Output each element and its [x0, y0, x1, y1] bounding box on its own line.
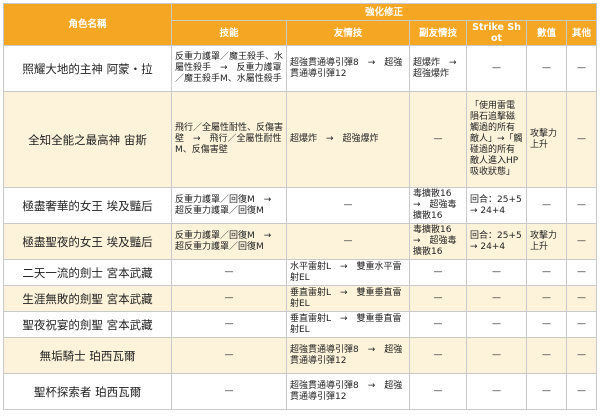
table-row: 極盡奢華的女王 埃及豔后 反重力護罩／回復M → 超反重力護罩／回復M — 毒擴… — [3, 187, 598, 224]
table-row: 聖杯探索者 珀西瓦爾 — 超強貫通導引彈8 → 超強貫通導引彈12 — — — … — [3, 373, 598, 410]
strike-shot-cell: 回合：25+5 → 24+4 — [466, 223, 531, 260]
stats-cell: 攻擊力上升 — [526, 91, 567, 188]
strike-shot-cell: — — [466, 259, 527, 286]
strike-shot-cell: — — [466, 311, 527, 338]
sub-friendship-cell: 毒擴散16 → 超強毒擴散16 — [409, 187, 467, 224]
character-buff-table: 角色名稱 強化修正 技能 友情技 副友情技 Strike Shot 數值 其他 … — [3, 3, 598, 410]
other-cell: — — [565, 91, 598, 188]
character-table-container: 角色名稱 強化修正 技能 友情技 副友情技 Strike Shot 數值 其他 … — [3, 3, 598, 417]
friendship-cell: 垂直雷射L → 雙重垂直雷射EL — [286, 311, 410, 338]
other-cell: — — [565, 285, 598, 312]
stats-cell: — — [526, 337, 567, 374]
sub-friendship-cell: — — [409, 373, 467, 410]
friendship-cell: 垂直雷射L → 雙重垂直雷射EL — [286, 285, 410, 312]
skill-cell: 反重力護罩／魔王殺手、水屬性殺手 → 反重力護罩／魔王殺手M、水屬性殺手 — [171, 45, 287, 92]
friendship-cell: 超強貫通導引彈8 → 超強貫通導引彈12 — [286, 337, 410, 374]
table-row: 極盡聖夜的女王 埃及豔后 反重力護罩／回復M → 超反重力護罩／回復M — 毒擴… — [3, 223, 598, 260]
friendship-cell: 超強貫通導引彈8 → 超強貫通導引彈12 — [286, 45, 410, 92]
header-character-name: 角色名稱 — [3, 3, 172, 46]
table-row: 二天一流的劍士 宮本武藏 — 水平雷射L → 雙重水平雷射EL — — — — — [3, 259, 598, 286]
sub-friendship-cell: — — [409, 259, 467, 286]
strike-shot-cell: — — [466, 45, 527, 92]
other-cell: — — [565, 259, 598, 286]
friendship-cell: — — [286, 187, 410, 224]
skill-cell: — — [171, 311, 287, 338]
stats-cell: — — [526, 285, 567, 312]
sub-friendship-cell: — — [409, 285, 467, 312]
skill-cell: 反重力護罩／回復M → 超反重力護罩／回復M — [171, 187, 287, 224]
strike-shot-cell: 回合：25+5 → 24+4 — [466, 187, 531, 224]
friendship-cell: 超強貫通導引彈8 → 超強貫通導引彈12 — [286, 373, 410, 410]
header-friendship: 友情技 — [286, 20, 410, 46]
stats-cell: — — [526, 187, 567, 224]
header-strike-shot: Strike Shot — [466, 20, 527, 46]
header-enhancement-group: 強化修正 — [170, 3, 598, 21]
character-name: 聖杯探索者 珀西瓦爾 — [3, 373, 172, 410]
sub-friendship-cell: — — [409, 337, 467, 374]
friendship-cell: — — [286, 223, 410, 260]
stats-cell: — — [526, 45, 567, 92]
header-sub-friendship: 副友情技 — [409, 20, 467, 46]
sub-friendship-cell: — — [409, 91, 467, 188]
stats-cell: — — [526, 311, 567, 338]
header-other: 其他 — [565, 20, 598, 46]
skill-cell: 飛行／全屬性耐性、反傷害壁 → 飛行／全屬性耐性M、反傷害壁 — [171, 91, 287, 188]
other-cell: — — [565, 337, 598, 374]
table-row: 照耀大地的主神 阿蒙・拉 反重力護罩／魔王殺手、水屬性殺手 → 反重力護罩／魔王… — [3, 45, 598, 92]
character-name: 全知全能之最高神 宙斯 — [3, 91, 172, 188]
stats-cell: 攻擊力上升 — [526, 223, 567, 260]
character-name: 極盡聖夜的女王 埃及豔后 — [3, 223, 172, 260]
character-name: 照耀大地的主神 阿蒙・拉 — [3, 45, 172, 92]
friendship-cell: 水平雷射L → 雙重水平雷射EL — [286, 259, 410, 286]
stats-cell: — — [526, 373, 567, 410]
strike-shot-cell: — — [466, 337, 527, 374]
skill-cell: — — [171, 373, 287, 410]
character-name: 二天一流的劍士 宮本武藏 — [3, 259, 172, 286]
sub-friendship-cell: 毒擴散16 → 超強毒擴散16 — [409, 223, 467, 260]
friendship-cell: 超爆炸 → 超強爆炸 — [286, 91, 410, 188]
strike-shot-cell: — — [466, 285, 527, 312]
other-cell: — — [565, 187, 598, 224]
stats-cell: — — [526, 259, 567, 286]
skill-cell: 反重力護罩／回復M → 超反重力護罩／回復M — [171, 223, 287, 260]
other-cell: — — [565, 311, 598, 338]
table-row: 生涯無敗的劍聖 宮本武藏 — 垂直雷射L → 雙重垂直雷射EL — — — — — [3, 285, 598, 312]
table-row: 聖夜祝宴的劍聖 宮本武藏 — 垂直雷射L → 雙重垂直雷射EL — — — — — [3, 311, 598, 338]
sub-friendship-cell: 超爆炸 → 超強爆炸 — [409, 45, 467, 92]
other-cell: — — [565, 45, 598, 92]
skill-cell: — — [171, 285, 287, 312]
character-name: 極盡奢華的女王 埃及豔后 — [3, 187, 172, 224]
character-name: 生涯無敗的劍聖 宮本武藏 — [3, 285, 172, 312]
skill-cell: — — [171, 337, 287, 374]
other-cell: — — [565, 373, 598, 410]
strike-shot-cell: — — [466, 373, 527, 410]
character-name: 聖夜祝宴的劍聖 宮本武藏 — [3, 311, 172, 338]
table-row: 全知全能之最高神 宙斯 飛行／全屬性耐性、反傷害壁 → 飛行／全屬性耐性M、反傷… — [3, 91, 598, 188]
header-stats: 數值 — [526, 20, 567, 46]
skill-cell: — — [171, 259, 287, 286]
other-cell: — — [565, 223, 598, 260]
character-name: 無垢騎士 珀西瓦爾 — [3, 337, 172, 374]
strike-shot-cell: 「使用雷電隕石追擊磁觸過的所有敵人」→「觸碰過的所有敵人進入HP吸收狀態」 — [466, 91, 527, 188]
header-skill: 技能 — [171, 20, 287, 46]
table-row: 無垢騎士 珀西瓦爾 — 超強貫通導引彈8 → 超強貫通導引彈12 — — — — — [3, 337, 598, 374]
sub-friendship-cell: — — [409, 311, 467, 338]
